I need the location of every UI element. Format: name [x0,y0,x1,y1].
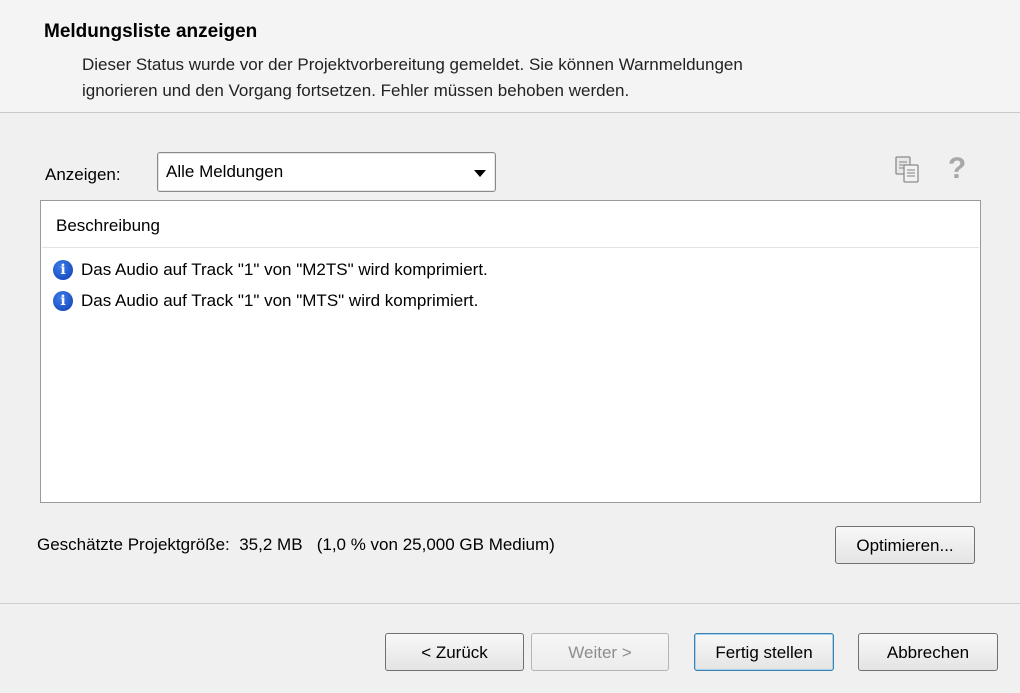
list-item[interactable]: i Das Audio auf Track "1" von "MTS" wird… [53,287,478,315]
cancel-button[interactable]: Abbrechen [858,633,998,671]
info-icon: i [53,260,73,280]
finish-button[interactable]: Fertig stellen [694,633,834,671]
list-item-text: Das Audio auf Track "1" von "M2TS" wird … [81,260,488,279]
filter-dropdown[interactable]: Alle Meldungen [157,152,496,192]
list-item[interactable]: i Das Audio auf Track "1" von "M2TS" wir… [53,256,488,284]
column-header-description: Beschreibung [56,216,160,235]
back-button[interactable]: < Zurück [385,633,524,671]
optimize-button[interactable]: Optimieren... [835,526,975,564]
project-size-value: 35,2 MB [239,535,303,554]
filter-label: Anzeigen: [45,165,121,184]
info-icon: i [53,291,73,311]
next-button: Weiter > [531,633,669,671]
message-list[interactable]: Beschreibung i Das Audio auf Track "1" v… [40,200,981,503]
dialog-header: Meldungsliste anzeigen Dieser Status wur… [0,0,1020,113]
project-size-label: Geschätzte Projektgröße: [37,535,230,554]
copy-icon[interactable] [893,155,923,185]
footer-divider [0,603,1020,604]
page-title: Meldungsliste anzeigen [44,21,258,42]
project-size-info: Geschätzte Projektgröße: 35,2 MB (1,0 % … [37,535,555,555]
filter-selected-value: Alle Meldungen [166,162,284,181]
project-size-detail: (1,0 % von 25,000 GB Medium) [316,535,555,554]
help-icon[interactable]: ? [944,151,970,187]
list-column-header[interactable]: Beschreibung [42,202,979,248]
description-line-2: ignorieren und den Vorgang fortsetzen. F… [82,81,630,100]
description-line-1: Dieser Status wurde vor der Projektvorbe… [82,55,743,74]
list-item-text: Das Audio auf Track "1" von "MTS" wird k… [81,291,479,310]
chevron-down-icon [474,170,486,177]
page-description: Dieser Status wurde vor der Projektvorbe… [82,52,962,104]
